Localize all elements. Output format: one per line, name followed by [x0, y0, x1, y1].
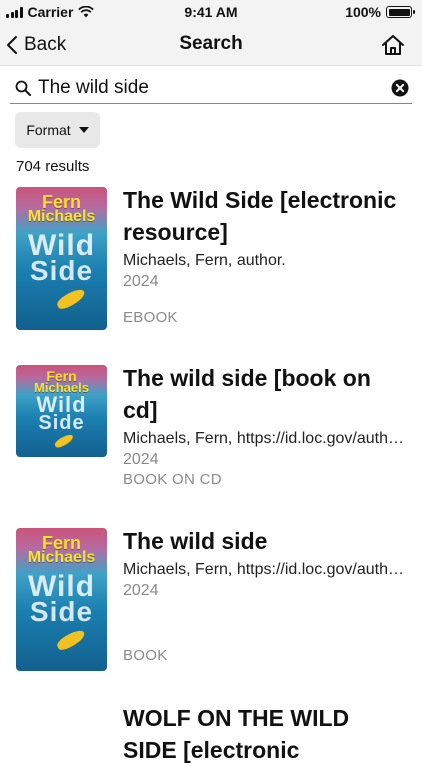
cover-title-bottom: Side — [29, 255, 94, 286]
cover-author-last: Michaels — [27, 549, 96, 566]
status-bar: Carrier 9:41 AM 100% — [0, 0, 422, 24]
result-item[interactable]: Fern Michaels Wild Side The Wild Side [e… — [0, 182, 422, 340]
clear-search-button[interactable] — [388, 76, 412, 100]
cover-title-bottom: Side — [29, 596, 94, 627]
search-icon — [15, 80, 31, 96]
result-author: Michaels, Fern, https://id.loc.gov/autho… — [123, 430, 408, 447]
result-item[interactable]: Fern Michaels Wild Side The wild side [b… — [0, 360, 422, 500]
result-title: The Wild Side [electronic resource] — [123, 187, 397, 245]
results-count: 704 results — [16, 158, 90, 175]
result-year: 2024 — [123, 273, 159, 290]
battery-level — [388, 8, 410, 16]
search-icon-container — [10, 80, 36, 96]
result-title: The wild side — [123, 528, 268, 554]
result-format: BOOK — [123, 647, 168, 664]
book-cover-image: Fern Michaels Wild Side — [16, 528, 107, 671]
cover-fin-graphic — [53, 432, 75, 450]
status-right: 100% — [345, 4, 415, 20]
result-info: The Wild Side [electronic resource] Mich… — [123, 184, 408, 328]
book-cover-image: Fern Michaels Wild Side — [16, 365, 107, 457]
home-icon — [382, 35, 404, 55]
cover-fin-graphic — [54, 286, 88, 312]
result-info: The wild side [book on cd] Michaels, Fer… — [123, 362, 408, 490]
result-title: The wild side [book on cd] — [123, 365, 371, 423]
result-info: WOLF ON THE WILD SIDE [electronic — [123, 702, 408, 766]
cover-fin-graphic — [54, 627, 88, 653]
battery-percent: 100% — [345, 4, 381, 20]
cover-title-bottom: Side — [38, 412, 85, 434]
page-title: Search — [179, 33, 243, 54]
result-year: 2024 — [123, 451, 159, 468]
book-cover-image: Fern Michaels Wild Side — [16, 187, 107, 330]
clear-icon — [391, 79, 409, 96]
result-title: WOLF ON THE WILD SIDE [electronic — [123, 705, 350, 763]
search-bar — [10, 72, 412, 104]
nav-bar: Back Search — [0, 24, 422, 66]
caret-down-icon — [78, 127, 89, 133]
result-item[interactable]: Fern Michaels Wild Side The wild side Mi… — [0, 523, 422, 683]
format-filter-button[interactable]: Format — [15, 112, 100, 148]
result-author: Michaels, Fern, author. — [123, 252, 286, 269]
result-year: 2024 — [123, 582, 159, 599]
result-format: EBOOK — [123, 309, 178, 326]
result-format: BOOK ON CD — [123, 471, 222, 488]
result-author: Michaels, Fern, https://id.loc.gov/autho… — [123, 561, 408, 578]
search-input[interactable] — [36, 76, 388, 99]
result-item[interactable]: WOLF ON THE WILD SIDE [electronic — [0, 700, 422, 763]
format-filter-label: Format — [26, 122, 71, 138]
cover-author-last: Michaels — [27, 208, 96, 225]
battery-icon — [386, 6, 415, 18]
result-info: The wild side Michaels, Fern, https://id… — [123, 525, 408, 666]
home-button[interactable] — [378, 30, 408, 60]
